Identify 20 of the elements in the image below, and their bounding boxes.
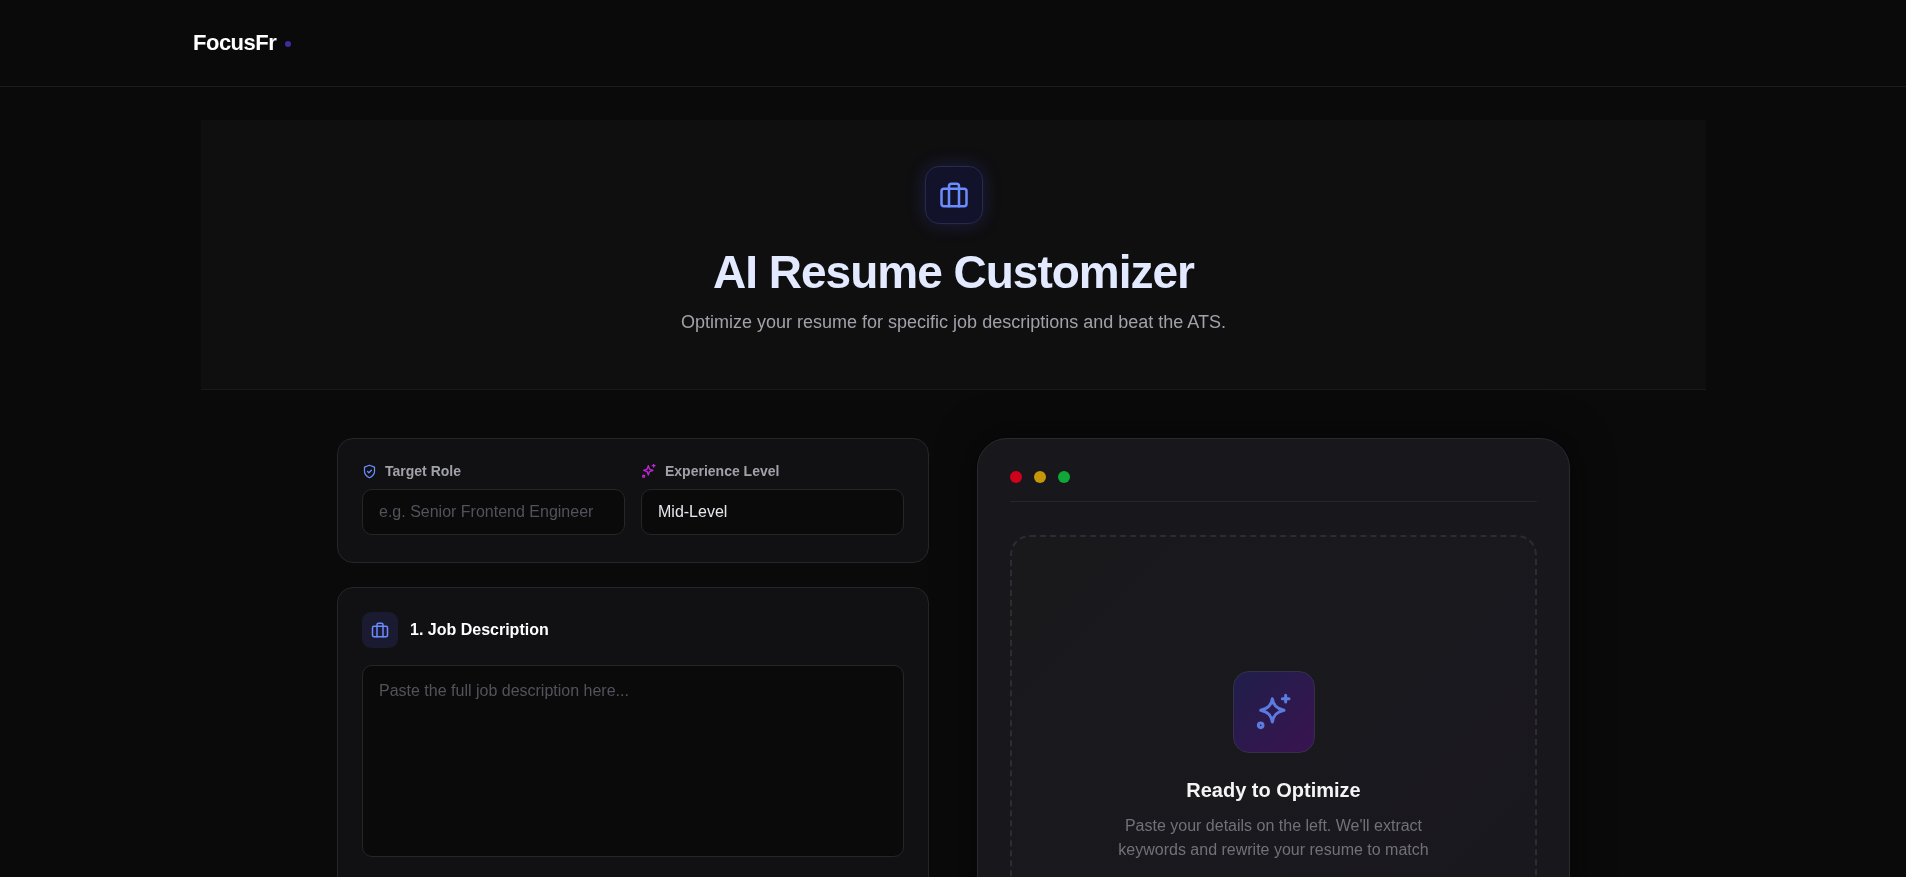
- sparkle-icon: [641, 463, 657, 479]
- page-subtitle: Optimize your resume for specific job descriptions and beat the ATS.: [681, 312, 1226, 333]
- briefcase-icon: [362, 612, 398, 648]
- section-title: 1. Job Description: [410, 621, 549, 639]
- field-label: Experience Level: [665, 463, 780, 479]
- page-title: AI Resume Customizer: [713, 245, 1194, 300]
- close-dot: [1010, 471, 1022, 483]
- empty-state-title: Ready to Optimize: [1186, 779, 1361, 802]
- briefcase-icon: [924, 166, 983, 224]
- sparkle-icon: [1232, 671, 1315, 753]
- experience-level-select[interactable]: Mid-Level: [641, 489, 904, 535]
- minimize-dot: [1034, 471, 1046, 483]
- target-role-field[interactable]: e.g. Senior Frontend Engineer: [362, 489, 625, 535]
- job-description-field[interactable]: Paste the full job description here...: [362, 665, 904, 857]
- logo[interactable]: FocusFr: [193, 30, 277, 56]
- status-dot: [285, 41, 292, 47]
- shield-icon: [362, 463, 377, 479]
- empty-state-description: Paste your details on the left. We'll extract keywords and rewrite your resume to match: [1117, 816, 1430, 860]
- maximize-dot: [1058, 471, 1070, 483]
- field-label: Target Role: [385, 463, 461, 479]
